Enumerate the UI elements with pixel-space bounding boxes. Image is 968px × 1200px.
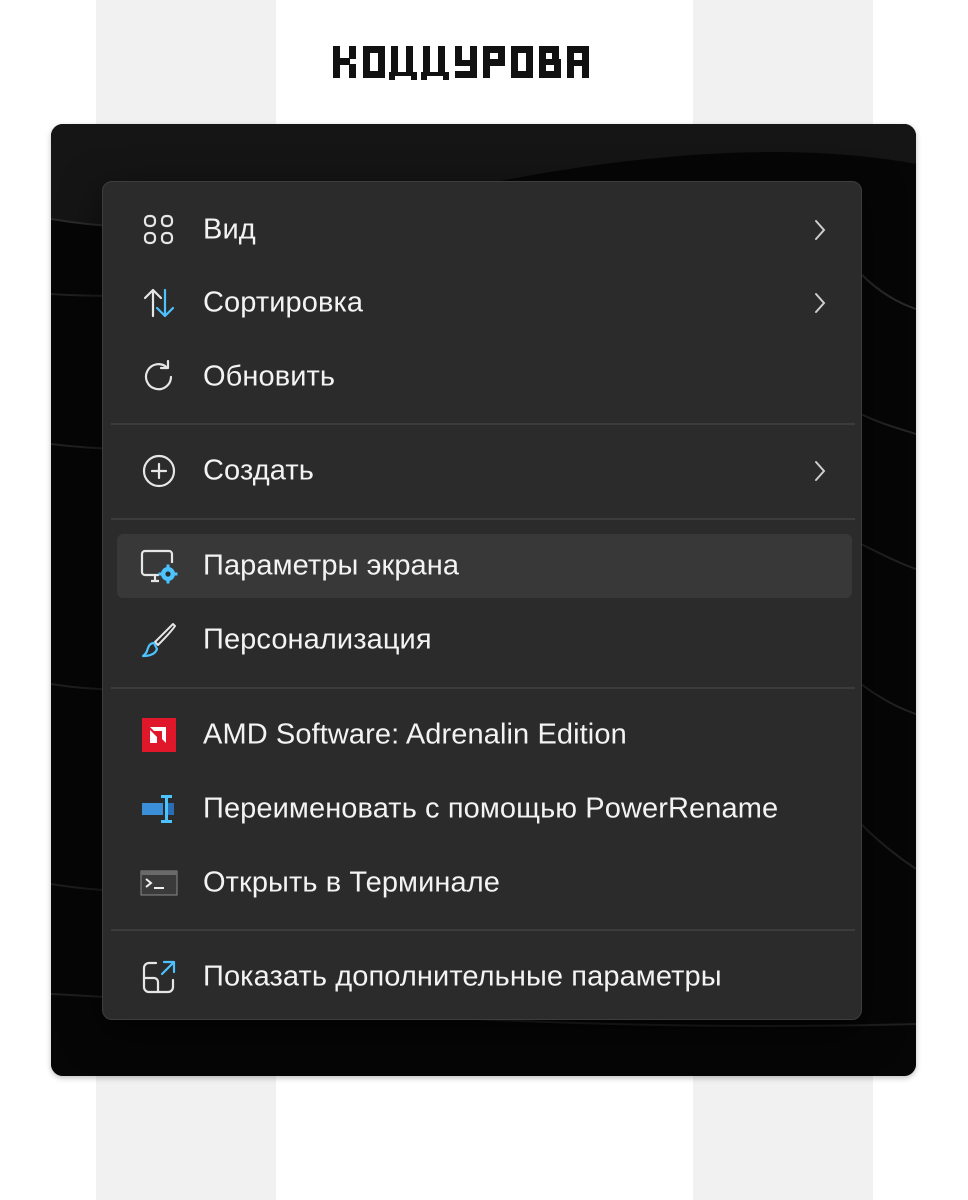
powerrename-icon bbox=[139, 789, 179, 829]
menu-item-label: Вид bbox=[203, 213, 256, 246]
menu-item-display-settings[interactable]: Параметры экрана bbox=[117, 534, 852, 598]
context-menu: Вид Сортировка Обновить Создать Параметр… bbox=[102, 181, 862, 1020]
menu-item-label: Сортировка bbox=[203, 286, 364, 319]
chevron-right-icon bbox=[810, 291, 830, 315]
menu-item-label: Персонализация bbox=[203, 623, 432, 656]
menu-separator bbox=[111, 423, 855, 425]
menu-separator bbox=[111, 518, 855, 520]
menu-item-amd-software[interactable]: AMD Software: Adrenalin Edition bbox=[117, 703, 852, 767]
menu-item-label: Открыть в Терминале bbox=[203, 866, 500, 899]
menu-item-label: Обновить bbox=[203, 360, 336, 393]
menu-item-open-terminal[interactable]: Открыть в Терминале bbox=[117, 851, 852, 915]
menu-separator bbox=[111, 687, 855, 689]
more-options-icon bbox=[139, 957, 179, 997]
brand-logo-wordmark bbox=[332, 46, 589, 80]
brush-icon bbox=[139, 620, 179, 660]
new-icon bbox=[139, 451, 179, 491]
display-settings-icon bbox=[139, 546, 179, 586]
sort-icon bbox=[139, 283, 179, 323]
menu-item-label: Создать bbox=[203, 454, 314, 487]
menu-item-view[interactable]: Вид bbox=[117, 198, 852, 262]
menu-item-new[interactable]: Создать bbox=[117, 439, 852, 503]
chevron-right-icon bbox=[810, 459, 830, 483]
terminal-icon bbox=[139, 863, 179, 903]
menu-item-label: Переименовать с помощью PowerRename bbox=[203, 792, 779, 825]
menu-item-refresh[interactable]: Обновить bbox=[117, 345, 852, 409]
amd-icon bbox=[139, 715, 179, 755]
menu-item-show-more-options[interactable]: Показать дополнительные параметры bbox=[117, 945, 852, 1009]
menu-item-sort[interactable]: Сортировка bbox=[117, 271, 852, 335]
menu-item-label: AMD Software: Adrenalin Edition bbox=[203, 718, 627, 751]
menu-item-powerrename[interactable]: Переименовать с помощью PowerRename bbox=[117, 777, 852, 841]
refresh-icon bbox=[139, 357, 179, 397]
brand-logo bbox=[276, 0, 693, 124]
chevron-right-icon bbox=[810, 218, 830, 242]
menu-item-personalize[interactable]: Персонализация bbox=[117, 608, 852, 672]
menu-separator bbox=[111, 929, 855, 931]
menu-item-label: Параметры экрана bbox=[203, 549, 460, 582]
view-icon bbox=[139, 210, 179, 250]
menu-item-label: Показать дополнительные параметры bbox=[203, 960, 722, 993]
